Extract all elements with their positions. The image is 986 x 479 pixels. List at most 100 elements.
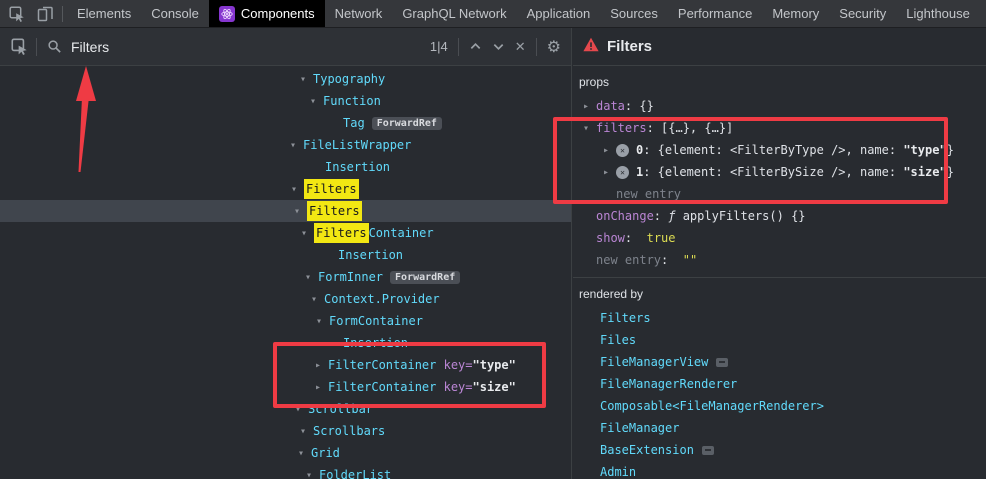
- expand-arrow-icon[interactable]: ▾: [295, 404, 308, 415]
- delete-entry-button[interactable]: ✕: [616, 166, 629, 179]
- devtools-toolbar-icons: [0, 0, 58, 27]
- tree-row[interactable]: ▾Filters: [0, 200, 571, 222]
- tab-security[interactable]: Security: [829, 0, 896, 27]
- expand-arrow-icon[interactable]: ▾: [316, 316, 329, 327]
- prop-row[interactable]: ▸✕0: {element: <FilterByType />, name: "…: [579, 139, 986, 161]
- delete-entry-button[interactable]: ✕: [616, 144, 629, 157]
- tree-row[interactable]: ▾FolderList: [0, 464, 571, 479]
- component-inspector-panel: Filters props ▸data: {}▾filters: [{…}, {…: [573, 28, 986, 479]
- expand-arrow-icon[interactable]: ▸: [315, 382, 328, 393]
- rendered-by-item[interactable]: FileManager: [579, 417, 986, 439]
- search-input[interactable]: [71, 39, 301, 55]
- tree-row[interactable]: ▾FiltersContainer: [0, 222, 571, 244]
- settings-gear-icon[interactable]: ⚙: [547, 37, 561, 57]
- expand-arrow-icon[interactable]: ▾: [290, 140, 303, 151]
- prop-part-bool: true: [647, 231, 676, 245]
- tree-row[interactable]: ▾Typography: [0, 68, 571, 90]
- expand-arrow-icon[interactable]: ▾: [305, 272, 318, 283]
- tab-sources[interactable]: Sources: [600, 0, 668, 27]
- expand-arrow-icon[interactable]: ▾: [298, 448, 311, 459]
- tree-row[interactable]: TagForwardRef: [0, 112, 571, 134]
- tree-part-str: "type": [473, 358, 516, 372]
- tab-components[interactable]: Components: [209, 0, 325, 27]
- rendered-by-label: Filters: [600, 311, 651, 325]
- prop-part-plain: }: [947, 143, 954, 157]
- tree-part-name: Insertion: [325, 160, 390, 174]
- prop-expand-arrow-icon[interactable]: ▸: [583, 101, 596, 112]
- tree-row[interactable]: Insertion: [0, 332, 571, 354]
- previous-result-button[interactable]: [469, 40, 482, 53]
- tree-row[interactable]: ▾FormInnerForwardRef: [0, 266, 571, 288]
- tab-elements[interactable]: Elements: [67, 0, 141, 27]
- device-toolbar-icon[interactable]: [36, 5, 54, 23]
- tab-performance[interactable]: Performance: [668, 0, 762, 27]
- search-controls-divider: [458, 38, 459, 56]
- clear-search-button[interactable]: ✕: [515, 39, 526, 55]
- tab-label: Console: [151, 6, 199, 21]
- tab-graphql-network[interactable]: GraphQL Network: [392, 0, 516, 27]
- tree-part-hl: Filters: [314, 223, 369, 243]
- tree-row[interactable]: ▸FilterContainer key="size": [0, 376, 571, 398]
- tab-label: Application: [527, 6, 591, 21]
- prop-row[interactable]: show: true: [579, 227, 986, 249]
- expand-arrow-icon[interactable]: ▾: [294, 206, 307, 217]
- tree-row[interactable]: ▾Scrollbar: [0, 398, 571, 420]
- tree-row[interactable]: ▾Filters: [0, 178, 571, 200]
- rendered-by-item[interactable]: Files: [579, 329, 986, 351]
- prop-expand-arrow-icon[interactable]: ▸: [603, 167, 616, 178]
- inspect-element-icon[interactable]: [8, 5, 26, 23]
- tab-network[interactable]: Network: [325, 0, 393, 27]
- tree-row[interactable]: ▾Scrollbars: [0, 420, 571, 442]
- rendered-by-item[interactable]: Composable<FileManagerRenderer>: [579, 395, 986, 417]
- tab-label: Elements: [77, 6, 131, 21]
- expand-arrow-icon[interactable]: ▾: [301, 228, 314, 239]
- prop-part-index: 0: [636, 143, 643, 157]
- prop-expand-arrow-icon[interactable]: ▸: [603, 145, 616, 156]
- prop-part-muted: new entry: [596, 253, 661, 267]
- prop-row[interactable]: new entry: [579, 183, 986, 205]
- tree-row[interactable]: Insertion: [0, 156, 571, 178]
- expand-arrow-icon[interactable]: ▾: [291, 184, 304, 195]
- tab-memory[interactable]: Memory: [762, 0, 829, 27]
- rendered-by-item[interactable]: BaseExtension: [579, 439, 986, 461]
- expand-arrow-icon[interactable]: ▾: [306, 470, 319, 479]
- rendered-by-label: Files: [600, 333, 636, 347]
- tree-row[interactable]: ▾Context.Provider: [0, 288, 571, 310]
- tree-part-name: Container: [369, 226, 434, 240]
- tree-row[interactable]: ▾Function: [0, 90, 571, 112]
- tree-row[interactable]: ▾Grid: [0, 442, 571, 464]
- tab-console[interactable]: Console: [141, 0, 209, 27]
- prop-row[interactable]: ▸✕1: {element: <FilterBySize />, name: "…: [579, 161, 986, 183]
- rendered-by-item[interactable]: FileManagerRenderer: [579, 373, 986, 395]
- rendered-by-item[interactable]: Admin: [579, 461, 986, 479]
- tree-row[interactable]: ▾FileListWrapper: [0, 134, 571, 156]
- expand-arrow-icon[interactable]: ▾: [311, 294, 324, 305]
- expand-arrow-icon[interactable]: ▾: [310, 96, 323, 107]
- rendered-by-label: FileManagerView: [600, 355, 708, 369]
- pick-component-icon[interactable]: [10, 38, 28, 56]
- prop-row[interactable]: onChange: ƒ applyFilters() {}: [579, 205, 986, 227]
- search-bar-divider: [36, 38, 37, 56]
- tree-row[interactable]: Insertion: [0, 244, 571, 266]
- tree-search-bar: 1|4 ✕ ⚙: [0, 28, 571, 66]
- tab-application[interactable]: Application: [517, 0, 601, 27]
- tree-row[interactable]: ▸FilterContainer key="type": [0, 354, 571, 376]
- expand-arrow-icon[interactable]: ▾: [300, 74, 313, 85]
- expand-arrow-icon[interactable]: ▸: [315, 360, 328, 371]
- next-result-button[interactable]: [492, 40, 505, 53]
- tab-lighthouse[interactable]: Lighthouse: [896, 0, 980, 27]
- prop-row[interactable]: ▸data: {}: [579, 95, 986, 117]
- tree-part-badge: ForwardRef: [372, 117, 442, 130]
- tree-row[interactable]: ▾FormContainer: [0, 310, 571, 332]
- rendered-by-label: FileManagerRenderer: [600, 377, 737, 391]
- rendered-by-item[interactable]: Filters: [579, 307, 986, 329]
- rendered-by-item[interactable]: FileManagerView: [579, 351, 986, 373]
- prop-row[interactable]: new entry: "": [579, 249, 986, 271]
- tree-part-name: FilterContainer: [328, 380, 436, 394]
- expand-arrow-icon[interactable]: ▾: [300, 426, 313, 437]
- prop-row[interactable]: ▾filters: [{…}, {…}]: [579, 117, 986, 139]
- search-results-count: 1|4: [430, 39, 448, 54]
- toolbar-separator: [62, 6, 63, 22]
- tree-part-badge: ForwardRef: [390, 271, 460, 284]
- prop-expand-arrow-icon[interactable]: ▾: [583, 123, 596, 134]
